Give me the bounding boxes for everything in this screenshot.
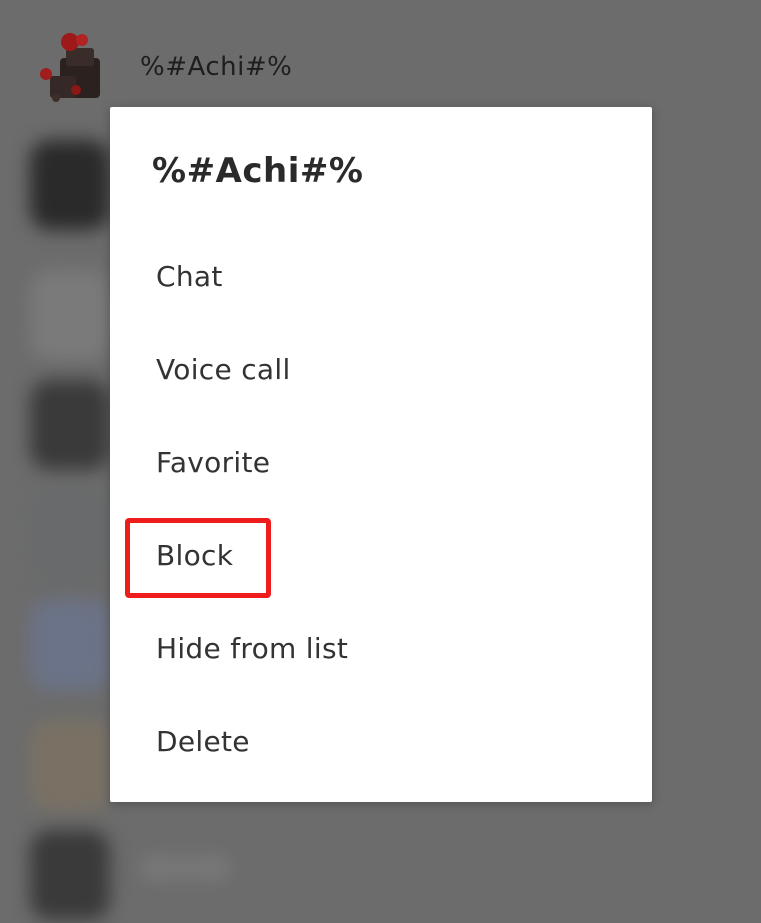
screen: %#Achi#% %#Achi#% Chat Voice call Favori… (0, 0, 761, 923)
list-item-avatar (30, 600, 110, 690)
list-item-avatar (30, 830, 110, 920)
menu-item-favorite[interactable]: Favorite (110, 420, 652, 513)
list-item-avatar (30, 140, 110, 230)
list-item-avatar (30, 490, 110, 580)
list-item-text (140, 855, 230, 881)
contact-options-dialog: %#Achi#% Chat Voice call Favorite Block … (110, 107, 652, 802)
avatar[interactable] (36, 28, 116, 108)
menu-item-delete[interactable]: Delete (110, 699, 652, 792)
menu-item-label: Hide from list (156, 632, 349, 665)
menu-item-label: Favorite (156, 446, 271, 479)
menu-item-label: Block (156, 539, 234, 572)
menu-item-label: Delete (156, 725, 250, 758)
menu-item-voice-call[interactable]: Voice call (110, 327, 652, 420)
avatar-image-icon (40, 33, 100, 102)
contact-name: %#Achi#% (140, 52, 293, 82)
list-item-avatar (30, 270, 110, 360)
list-item-avatar (30, 720, 110, 810)
list-item-avatar (30, 380, 110, 470)
menu-item-block[interactable]: Block (110, 513, 652, 606)
dialog-title: %#Achi#% (152, 151, 364, 191)
menu-item-label: Voice call (156, 353, 291, 386)
menu-item-label: Chat (156, 260, 223, 293)
menu-item-chat[interactable]: Chat (110, 234, 652, 327)
menu-item-hide-from-list[interactable]: Hide from list (110, 606, 652, 699)
